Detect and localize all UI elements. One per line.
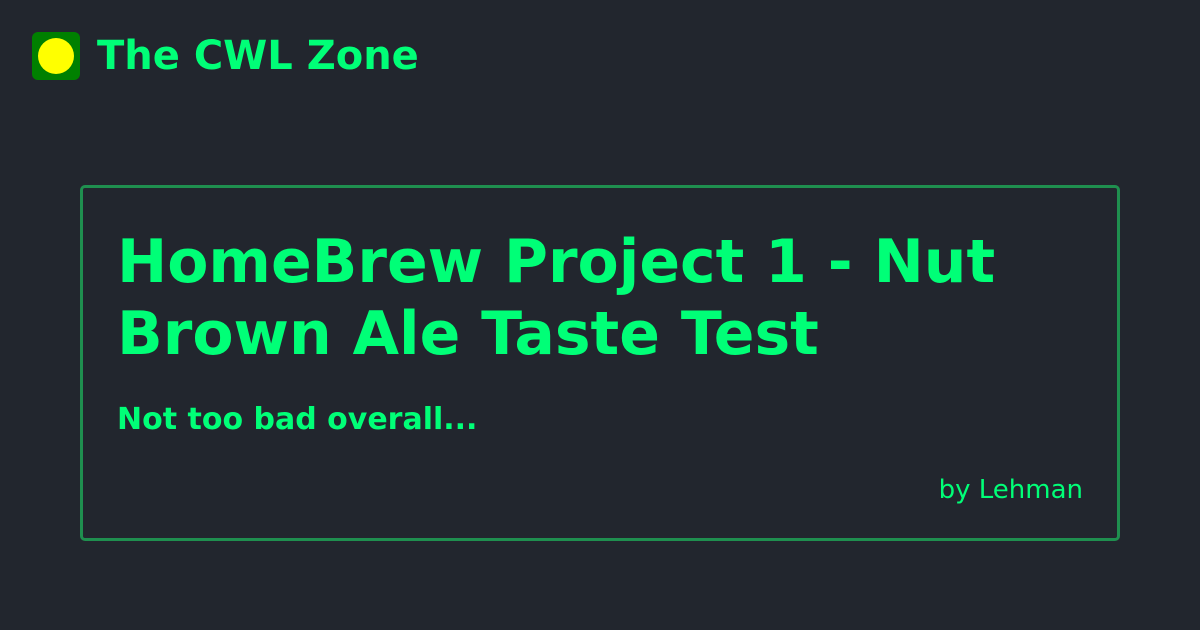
site-brand[interactable]: The CWL Zone [32,32,419,80]
post-subtitle: Not too bad overall... [117,402,478,437]
post-byline: by Lehman [938,475,1083,505]
post-title: HomeBrew Project 1 - Nut Brown Ale Taste… [117,227,996,369]
site-logo-icon [32,32,80,80]
post-card: HomeBrew Project 1 - Nut Brown Ale Taste… [80,185,1120,541]
yellow-circle-icon [38,38,74,74]
site-name[interactable]: The CWL Zone [97,32,419,80]
